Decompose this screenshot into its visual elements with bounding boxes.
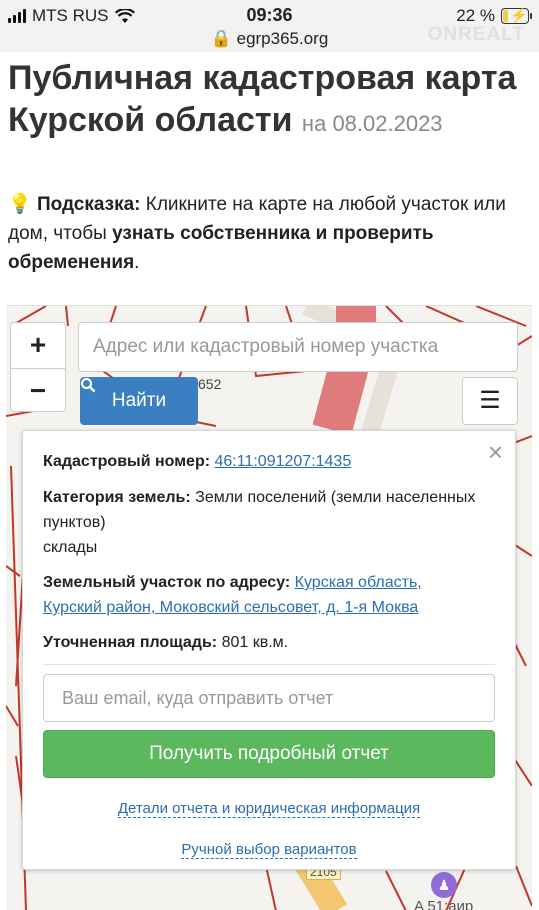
land-use: склады — [43, 539, 98, 556]
lock-icon: 🔒 — [210, 29, 232, 48]
find-button[interactable]: Найти — [80, 377, 198, 425]
details-link[interactable]: Детали отчета и юридическая информация — [23, 800, 515, 818]
hint-label: Подсказка: — [36, 194, 141, 215]
cadastral-map[interactable]: 1653 652 2105 ♟ A 51:аир + − Адрес или к… — [6, 305, 532, 910]
parcel-number-label: 652 — [198, 376, 222, 392]
search-input[interactable]: Адрес или кадастровый номер участка — [78, 322, 518, 372]
page-title: Публичная кадастровая карта Курской обла… — [8, 59, 517, 139]
url-text: egrp365.org — [236, 29, 329, 48]
get-report-button[interactable]: Получить подробный отчет — [43, 730, 495, 778]
zoom-out-button[interactable]: − — [11, 368, 65, 413]
battery-info: 22 % ⚡ — [456, 6, 532, 26]
poi-icon[interactable]: ♟ — [431, 872, 457, 898]
parcel-info-popup: × Кадастровый номер: 46:11:091207:1435 К… — [22, 430, 516, 870]
find-label: Найти — [111, 390, 167, 411]
date-prefix: на — [301, 111, 327, 136]
hamburger-icon[interactable]: ☰ — [462, 377, 518, 425]
poi-label: A 51:аир — [414, 898, 474, 910]
close-icon[interactable]: × — [488, 437, 503, 468]
cadastral-number-link[interactable]: 46:11:091207:1435 — [215, 453, 352, 470]
land-category-row: Категория земель: Земли поселений (земли… — [43, 489, 476, 556]
area-row: Уточненная площадь: 801 кв.м. — [43, 634, 289, 651]
battery-icon: ⚡ — [501, 7, 532, 24]
battery-percent: 22 % — [456, 6, 495, 25]
page-date: 08.02.2023 — [332, 111, 443, 136]
address-row: Земельный участок по адресу: Курская обл… — [43, 574, 422, 616]
hint-text: 💡 Подсказка: Кликните на карте на любой … — [8, 194, 506, 273]
email-input[interactable]: Ваш email, куда отправить отчет — [43, 674, 495, 722]
manual-selection-link[interactable]: Ручной выбор вариантов — [23, 841, 515, 859]
lightbulb-icon: 💡 — [8, 194, 32, 215]
watermark: ONREALT — [427, 24, 525, 45]
zoom-in-button[interactable]: + — [11, 323, 65, 368]
status-bar: MTS RUS 09:36 🔒 egrp365.org 22 % ⚡ ONREA… — [0, 0, 539, 52]
divider — [43, 664, 495, 665]
cadastral-number-row: Кадастровый номер: 46:11:091207:1435 — [43, 453, 352, 470]
zoom-control: + − — [10, 322, 66, 412]
search-icon — [80, 377, 96, 393]
